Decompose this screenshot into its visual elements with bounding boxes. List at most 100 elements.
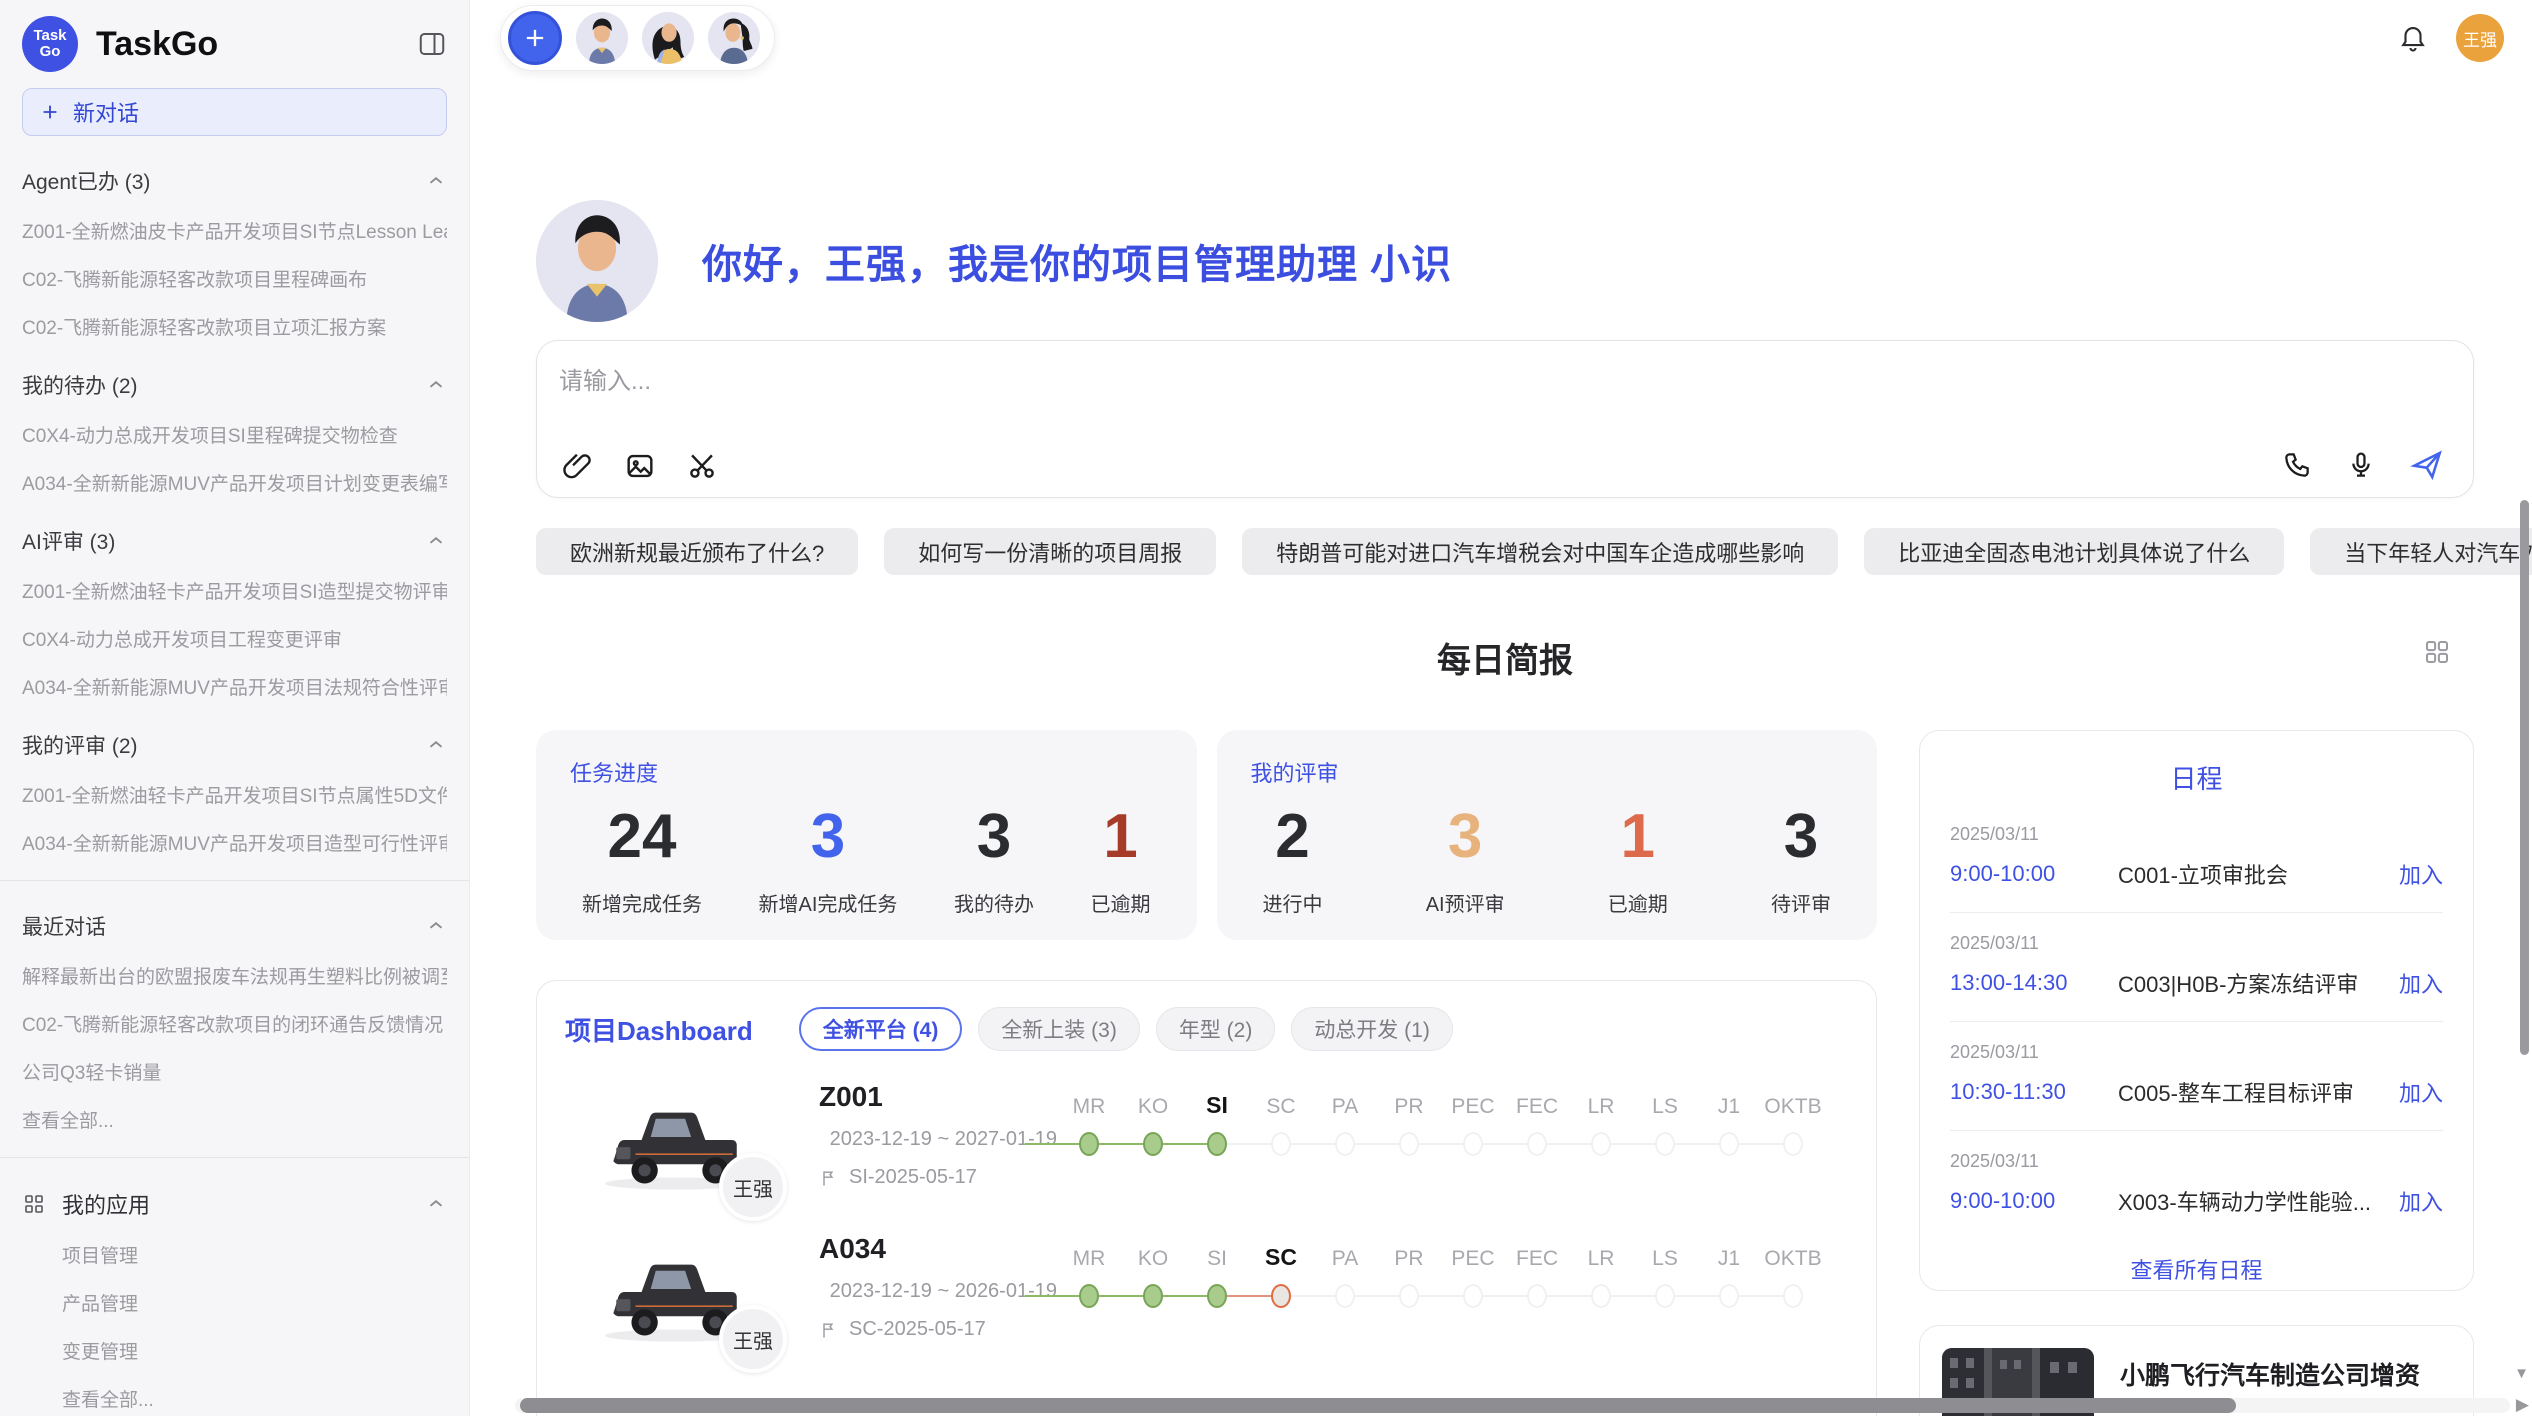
milestone-dot bbox=[1783, 1284, 1803, 1308]
join-button[interactable]: 加入 bbox=[2399, 1185, 2443, 1217]
milestone: SC bbox=[1249, 1235, 1313, 1308]
chevron-up-icon bbox=[425, 530, 447, 552]
greeting-section: 你好，王强，我是你的项目管理助理 小识 bbox=[536, 200, 2474, 322]
microphone-icon[interactable] bbox=[2345, 449, 2377, 481]
section-recent-chats[interactable]: 最近对话 bbox=[22, 911, 447, 941]
section-label: 我的评审 (2) bbox=[22, 730, 138, 760]
app-item[interactable]: 产品管理 bbox=[22, 1289, 447, 1316]
stat: 1 已逾期 bbox=[1091, 800, 1151, 917]
section-my-todo[interactable]: 我的待办 (2) bbox=[22, 370, 447, 400]
section-my-review[interactable]: 我的评审 (2) bbox=[22, 730, 447, 760]
owner-badge: 王强 bbox=[719, 1305, 787, 1373]
stat: 3 AI预评审 bbox=[1426, 800, 1505, 917]
dashboard-tab[interactable]: 年型 (2) bbox=[1156, 1007, 1276, 1051]
project-row[interactable]: 王强 A034 2023-12-19 ~ 2026-01-19 SC-2025-… bbox=[565, 1233, 1848, 1355]
section-agent-done[interactable]: Agent已办 (3) bbox=[22, 166, 447, 196]
add-agent-button[interactable] bbox=[508, 11, 562, 65]
sidebar-collapse-icon[interactable] bbox=[417, 29, 447, 59]
sidebar-item[interactable]: Z001-全新燃油皮卡产品开发项目SI节点Lesson Learn报告 bbox=[22, 217, 447, 244]
project-dashboard-card: 项目Dashboard 全新平台 (4) 全新上装 (3) 年型 (2) 动总开发 (… bbox=[536, 980, 1877, 1416]
schedule-time: 10:30-11:30 bbox=[1950, 1079, 2118, 1105]
recent-chat-item[interactable]: 查看全部... bbox=[22, 1106, 447, 1133]
horizontal-scrollbar-thumb[interactable] bbox=[520, 1398, 2236, 1413]
milestone: SC bbox=[1249, 1083, 1313, 1156]
milestone-label: OKTB bbox=[1764, 1083, 1821, 1119]
recent-chat-item[interactable]: C02-飞腾新能源轻客改款项目的闭环通告反馈情况 bbox=[22, 1010, 447, 1037]
sidebar-item[interactable]: Z001-全新燃油轻卡产品开发项目SI造型提交物评审 bbox=[22, 577, 447, 604]
milestone-label: SI bbox=[1206, 1083, 1228, 1119]
chat-input[interactable] bbox=[559, 361, 2451, 431]
app-item[interactable]: 变更管理 bbox=[22, 1337, 447, 1364]
section-ai-review[interactable]: AI评审 (3) bbox=[22, 526, 447, 556]
app-title: TaskGo bbox=[96, 25, 417, 64]
agent-avatar-3[interactable] bbox=[708, 12, 760, 64]
milestone-dot bbox=[1463, 1284, 1483, 1308]
dashboard-tab[interactable]: 动总开发 (1) bbox=[1291, 1007, 1453, 1051]
scroll-right-arrow-icon[interactable]: ▶ bbox=[2516, 1395, 2529, 1415]
sidebar-item[interactable]: C02-飞腾新能源轻客改款项目立项汇报方案 bbox=[22, 313, 447, 340]
scroll-down-arrow-icon[interactable]: ▼ bbox=[2514, 1365, 2529, 1382]
notification-bell-icon[interactable] bbox=[2398, 23, 2428, 53]
recent-chat-item[interactable]: 解释最新出台的欧盟报废车法规再生塑料比例被调至15%... bbox=[22, 962, 447, 989]
voice-call-icon[interactable] bbox=[2281, 449, 2313, 481]
sidebar-item[interactable]: A034-全新新能源MUV产品开发项目计划变更表编写 bbox=[22, 469, 447, 496]
project-row[interactable]: 王强 Z001 2023-12-19 ~ 2027-01-19 SI-2025-… bbox=[565, 1081, 1848, 1203]
dashboard-tab[interactable]: 全新上装 (3) bbox=[978, 1007, 1140, 1051]
clock-icon bbox=[819, 1282, 820, 1302]
project-vehicle-image: 王强 bbox=[595, 1233, 757, 1355]
schedule-time: 13:00-14:30 bbox=[1950, 970, 2118, 996]
join-button[interactable]: 加入 bbox=[2399, 858, 2443, 890]
send-icon[interactable] bbox=[2409, 447, 2445, 483]
join-button[interactable]: 加入 bbox=[2399, 1076, 2443, 1108]
recent-chat-item[interactable]: 公司Q3轻卡销量 bbox=[22, 1058, 447, 1085]
user-avatar[interactable]: 王强 bbox=[2456, 14, 2504, 62]
stat: 24 新增完成任务 bbox=[582, 800, 702, 917]
task-progress-card: 任务进度 24 新增完成任务 3 新增AI完成任务 3 我的待办 1 bbox=[536, 730, 1197, 940]
section-label: 我的应用 bbox=[62, 1188, 150, 1220]
sidebar-item[interactable]: C02-飞腾新能源轻客改款项目里程碑画布 bbox=[22, 265, 447, 292]
dashboard-title: 项目Dashboard bbox=[565, 1011, 753, 1048]
project-code: Z001 bbox=[819, 1081, 1057, 1113]
plus-icon bbox=[521, 24, 549, 52]
join-button[interactable]: 加入 bbox=[2399, 967, 2443, 999]
view-all-schedule-button[interactable]: 查看所有日程 bbox=[2130, 1253, 2262, 1285]
schedule-item: 2025/03/11 13:00-14:30 C003|H0B-方案冻结评审 加… bbox=[1950, 912, 2443, 1021]
attach-file-icon[interactable] bbox=[561, 449, 595, 483]
sidebar-item[interactable]: A034-全新新能源MUV产品开发项目造型可行性评审 bbox=[22, 829, 447, 856]
milestone: J1 bbox=[1697, 1235, 1761, 1308]
section-my-apps[interactable]: 我的应用 bbox=[22, 1188, 447, 1220]
layout-grid-icon[interactable] bbox=[2422, 637, 2452, 667]
app-item[interactable]: 项目管理 bbox=[22, 1241, 447, 1268]
new-chat-button[interactable]: 新对话 bbox=[22, 88, 447, 136]
suggestion-chip[interactable]: 如何写一份清晰的项目周报 bbox=[884, 528, 1216, 575]
suggestion-chip[interactable]: 比亚迪全固态电池计划具体说了什么 bbox=[1864, 528, 2284, 575]
stat: 2 进行中 bbox=[1263, 800, 1323, 917]
screenshot-scissors-icon[interactable] bbox=[685, 449, 719, 483]
sidebar-item[interactable]: C0X4-动力总成开发项目SI里程碑提交物检查 bbox=[22, 421, 447, 448]
news-title: 小鹏飞行汽车制造公司增资 bbox=[2120, 1356, 2451, 1392]
suggestion-chip[interactable]: 当下年轻人对汽车外观有怎样的喜好趋势 bbox=[2310, 528, 2532, 575]
topbar-right: 王强 bbox=[2398, 14, 2504, 62]
horizontal-scrollbar[interactable] bbox=[515, 1398, 2510, 1413]
agent-avatar-1[interactable] bbox=[576, 12, 628, 64]
suggestion-chip[interactable]: 欧洲新规最近颁布了什么? bbox=[536, 528, 858, 575]
image-upload-icon[interactable] bbox=[623, 449, 657, 483]
milestone-dot bbox=[1655, 1284, 1675, 1308]
milestone-dot bbox=[1079, 1132, 1099, 1156]
agent-avatar-2[interactable] bbox=[642, 12, 694, 64]
milestone-dot bbox=[1271, 1284, 1291, 1308]
app-item[interactable]: 查看全部... bbox=[22, 1385, 447, 1412]
dashboard-tab[interactable]: 全新平台 (4) bbox=[799, 1007, 963, 1051]
composer-actions bbox=[2281, 447, 2445, 483]
milestone-dot bbox=[1143, 1132, 1163, 1156]
sidebar-item[interactable]: Z001-全新燃油轻卡产品开发项目SI节点属性5D文件评审 bbox=[22, 781, 447, 808]
milestone-track: MR KO SI SC bbox=[1057, 1235, 1848, 1308]
milestone-label: SC bbox=[1266, 1083, 1295, 1119]
sidebar-item[interactable]: C0X4-动力总成开发项目工程变更评审 bbox=[22, 625, 447, 652]
suggestion-chip[interactable]: 特朗普可能对进口汽车增税会对中国车企造成哪些影响 bbox=[1242, 528, 1838, 575]
milestone: LS bbox=[1633, 1083, 1697, 1156]
project-vehicle-image: 王强 bbox=[595, 1081, 757, 1203]
sidebar-item[interactable]: A034-全新新能源MUV产品开发项目法规符合性评审 bbox=[22, 673, 447, 700]
milestone-dot bbox=[1719, 1132, 1739, 1156]
vertical-scrollbar-thumb[interactable] bbox=[2520, 500, 2529, 1055]
